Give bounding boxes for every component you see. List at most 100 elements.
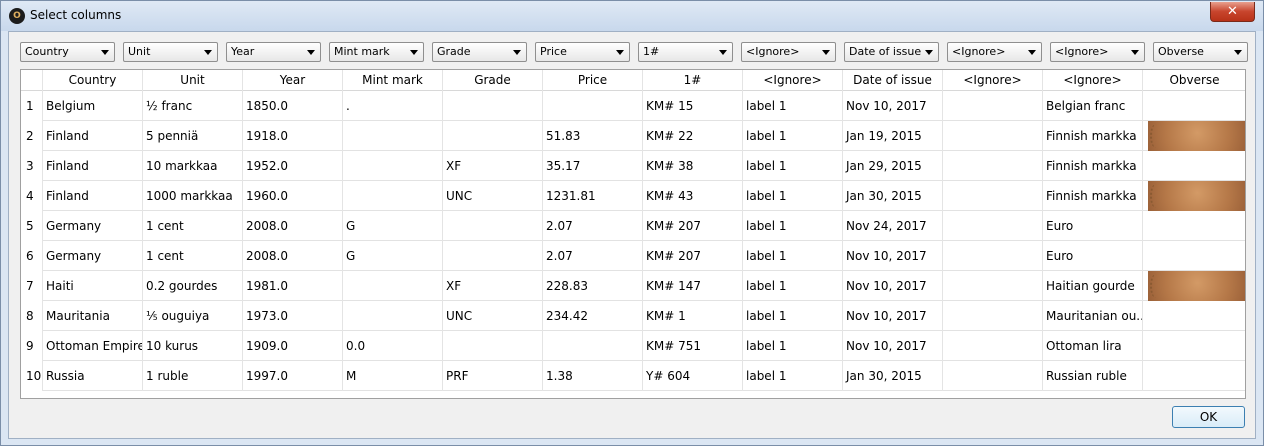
obverse-cell[interactable] [1143, 301, 1245, 331]
table-cell[interactable]: 1973.0 [243, 301, 343, 331]
table-cell[interactable]: UNC [443, 301, 543, 331]
table-cell[interactable] [543, 331, 643, 361]
table-cell[interactable]: M [343, 361, 443, 391]
column-header[interactable]: 1# [643, 70, 743, 91]
table-row[interactable]: 3 Finland 10 markkaa 1952.0 XF 35.17 KM# 38 lab… [21, 151, 1245, 181]
table-cell[interactable]: KM# 15 [643, 91, 743, 121]
table-cell[interactable]: Belgium [43, 91, 143, 121]
table-cell[interactable]: Jan 29, 2015 [843, 151, 943, 181]
table-cell[interactable]: KM# 751 [643, 331, 743, 361]
table-cell[interactable]: UNC [443, 181, 543, 211]
table-cell[interactable] [943, 121, 1043, 151]
table-cell[interactable]: ⅕ ouguiya [143, 301, 243, 331]
table-cell[interactable] [443, 91, 543, 121]
table-cell[interactable]: ½ franc [143, 91, 243, 121]
column-select-8[interactable]: <Ignore> [741, 42, 836, 62]
table-cell[interactable]: Jan 30, 2015 [843, 181, 943, 211]
table-cell[interactable] [943, 151, 1043, 181]
table-cell[interactable]: KM# 22 [643, 121, 743, 151]
table-cell[interactable]: 10 markkaa [143, 151, 243, 181]
table-cell[interactable]: 1909.0 [243, 331, 343, 361]
obverse-cell[interactable] [1143, 241, 1245, 271]
table-cell[interactable] [443, 241, 543, 271]
table-cell[interactable]: G [343, 241, 443, 271]
table-cell[interactable]: 1000 markkaa [143, 181, 243, 211]
table-cell[interactable]: Euro [1043, 211, 1143, 241]
table-row[interactable]: 2 Finland 5 penniä 1918.0 51.83 KM# 22 label 1… [21, 121, 1245, 151]
column-header[interactable]: Unit [143, 70, 243, 91]
obverse-cell[interactable] [1143, 361, 1245, 391]
column-header[interactable]: <Ignore> [743, 70, 843, 91]
table-row[interactable]: 8 Mauritania ⅕ ouguiya 1973.0 UNC 234.42 KM# 1… [21, 301, 1245, 331]
column-select-10[interactable]: <Ignore> [947, 42, 1042, 62]
table-cell[interactable]: Finnish markka [1043, 151, 1143, 181]
table-cell[interactable]: XF [443, 271, 543, 301]
table-cell[interactable] [343, 271, 443, 301]
table-cell[interactable]: 234.42 [543, 301, 643, 331]
table-cell[interactable]: 1 cent [143, 211, 243, 241]
column-header[interactable]: Grade [443, 70, 543, 91]
column-select-9[interactable]: Date of issue [844, 42, 939, 62]
table-row[interactable]: 10 Russia 1 ruble 1997.0 M PRF 1.38 Y# 604 label… [21, 361, 1245, 391]
table-cell[interactable]: Germany [43, 241, 143, 271]
obverse-cell[interactable] [1143, 151, 1245, 181]
table-cell[interactable] [443, 331, 543, 361]
column-header[interactable]: Mint mark [343, 70, 443, 91]
table-cell[interactable]: G [343, 211, 443, 241]
table-cell[interactable] [343, 301, 443, 331]
table-cell[interactable]: 2.07 [543, 211, 643, 241]
table-cell[interactable]: Russia [43, 361, 143, 391]
table-cell[interactable] [943, 271, 1043, 301]
column-header[interactable]: Date of issue [843, 70, 943, 91]
close-button[interactable]: ✕ [1210, 2, 1255, 22]
table-cell[interactable]: Mauritania [43, 301, 143, 331]
table-cell[interactable]: 0.0 [343, 331, 443, 361]
table-cell[interactable]: Haitian gourde [1043, 271, 1143, 301]
table-cell[interactable] [943, 301, 1043, 331]
table-cell[interactable]: Nov 10, 2017 [843, 331, 943, 361]
column-header[interactable]: Obverse [1143, 70, 1245, 91]
table-cell[interactable]: Finland [43, 121, 143, 151]
table-cell[interactable] [943, 331, 1043, 361]
table-cell[interactable]: label 1 [743, 241, 843, 271]
table-cell[interactable]: Y# 604 [643, 361, 743, 391]
column-header[interactable]: Year [243, 70, 343, 91]
table-row[interactable]: 5 Germany 1 cent 2008.0 G 2.07 KM# 207 label 1N… [21, 211, 1245, 241]
table-cell[interactable]: Finland [43, 151, 143, 181]
table-cell[interactable]: label 1 [743, 181, 843, 211]
table-cell[interactable]: PRF [443, 361, 543, 391]
table-cell[interactable]: label 1 [743, 91, 843, 121]
table-cell[interactable] [343, 181, 443, 211]
table-cell[interactable]: Nov 24, 2017 [843, 211, 943, 241]
table-cell[interactable]: KM# 207 [643, 211, 743, 241]
table-cell[interactable] [443, 211, 543, 241]
table-cell[interactable]: Belgian franc [1043, 91, 1143, 121]
table-cell[interactable]: 0.2 gourdes [143, 271, 243, 301]
table-cell[interactable]: Jan 19, 2015 [843, 121, 943, 151]
column-select-12[interactable]: Obverse [1153, 42, 1248, 62]
table-cell[interactable] [343, 121, 443, 151]
preview-table[interactable]: Country Unit Year Mint mark Grade Price 1# <Ign… [20, 69, 1246, 399]
table-cell[interactable]: label 1 [743, 271, 843, 301]
table-cell[interactable]: Nov 10, 2017 [843, 241, 943, 271]
table-cell[interactable]: Finnish markka [1043, 121, 1143, 151]
table-cell[interactable]: 10 kurus [143, 331, 243, 361]
obverse-cell[interactable] [1143, 211, 1245, 241]
table-cell[interactable]: Mauritanian ou... [1043, 301, 1143, 331]
table-cell[interactable]: 1 ruble [143, 361, 243, 391]
table-cell[interactable]: label 1 [743, 211, 843, 241]
column-select-7[interactable]: 1# [638, 42, 733, 62]
table-cell[interactable]: 1997.0 [243, 361, 343, 391]
table-cell[interactable]: label 1 [743, 331, 843, 361]
table-cell[interactable]: 51.83 [543, 121, 643, 151]
table-cell[interactable]: Euro [1043, 241, 1143, 271]
table-cell[interactable]: 1231.81 [543, 181, 643, 211]
table-row[interactable]: 1 Belgium ½ franc 1850.0. KM# 15 label 1 Nov 1… [21, 91, 1245, 121]
table-cell[interactable]: 2008.0 [243, 241, 343, 271]
table-cell[interactable] [943, 211, 1043, 241]
column-select-1[interactable]: Country [20, 42, 115, 62]
table-cell[interactable]: 1850.0 [243, 91, 343, 121]
table-cell[interactable]: Nov 10, 2017 [843, 91, 943, 121]
table-row[interactable]: 4 Finland 1000 markkaa 1960.0 UNC 1231.81 KM# … [21, 181, 1245, 211]
table-cell[interactable]: 35.17 [543, 151, 643, 181]
